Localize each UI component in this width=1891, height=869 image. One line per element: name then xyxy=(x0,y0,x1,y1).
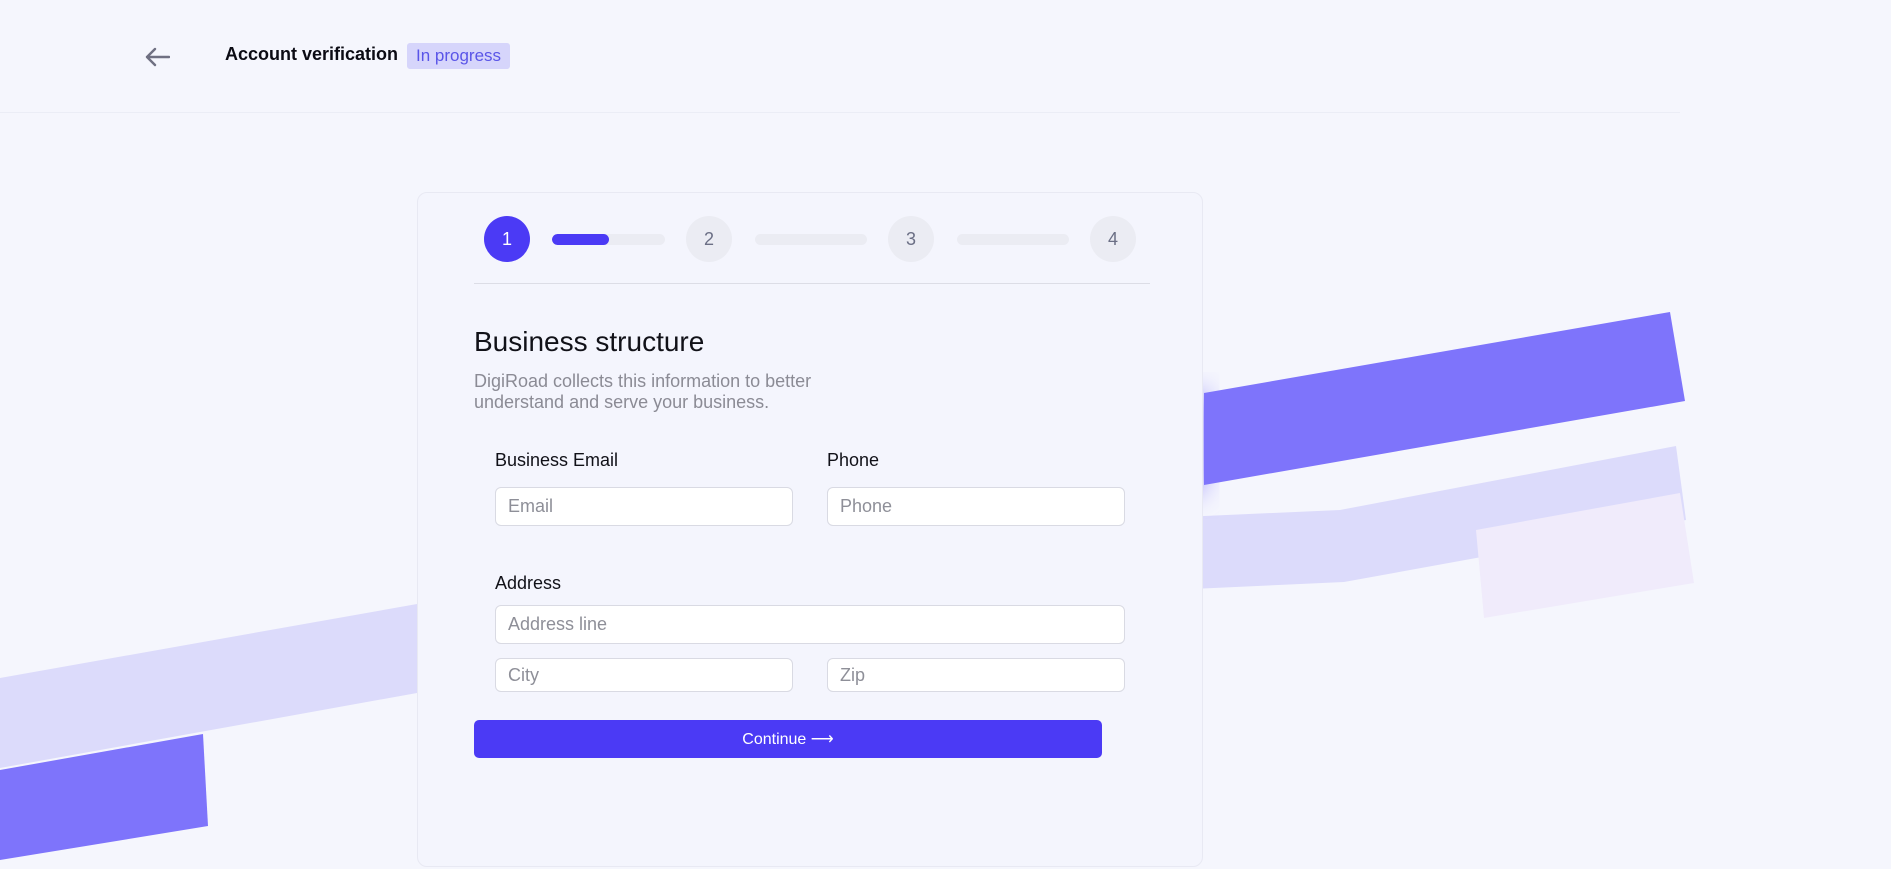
back-button[interactable] xyxy=(140,40,174,74)
step-2-indicator[interactable]: 2 xyxy=(686,216,732,262)
address-label: Address xyxy=(495,573,562,593)
status-badge: In progress xyxy=(407,43,511,69)
page: Account verification In progress 1 2 3 4… xyxy=(0,0,1891,869)
step-3-indicator[interactable]: 3 xyxy=(888,216,934,262)
business-email-input[interactable] xyxy=(495,487,793,526)
progress-bar-2 xyxy=(755,234,867,245)
city-input[interactable] xyxy=(495,658,793,692)
stepper-divider xyxy=(474,283,1150,284)
address-line-input[interactable] xyxy=(495,605,1125,644)
business-email-label: Business Email xyxy=(495,450,619,470)
zip-input[interactable] xyxy=(827,658,1125,692)
progress-bar-3 xyxy=(957,234,1069,245)
progress-bar-1 xyxy=(552,234,665,245)
page-title: Account verification xyxy=(225,44,399,64)
arrow-left-icon xyxy=(145,47,170,67)
form-description: DigiRoad collects this information to be… xyxy=(474,371,812,412)
form-title: Business structure xyxy=(474,326,705,357)
progress-fill-1 xyxy=(552,234,609,245)
phone-label: Phone xyxy=(827,450,880,470)
top-header: Account verification In progress xyxy=(0,0,1680,113)
left-stripe-light xyxy=(0,604,417,768)
verification-card: 1 2 3 4 Business structure DigiRoad coll… xyxy=(417,192,1203,867)
step-1-indicator[interactable]: 1 xyxy=(484,216,530,262)
continue-button[interactable]: Continue ⟶ xyxy=(474,720,1102,758)
phone-input[interactable] xyxy=(827,487,1125,526)
step-4-indicator[interactable]: 4 xyxy=(1090,216,1136,262)
